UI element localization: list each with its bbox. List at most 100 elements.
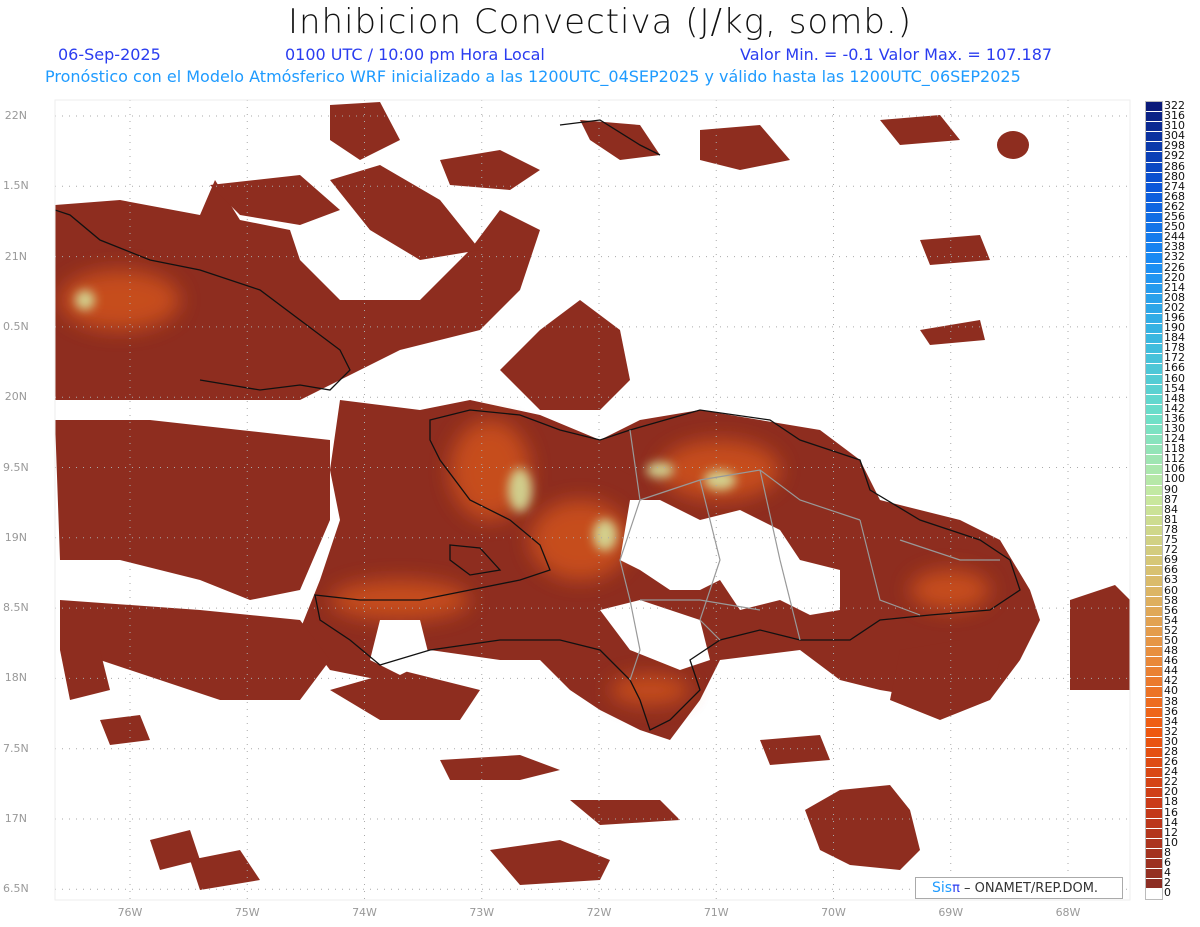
credit-box: Sisπ – ONAMET/REP.DOM. [915, 877, 1123, 899]
colorbar-swatch [1146, 657, 1162, 668]
colorbar-swatch [1146, 152, 1162, 163]
colorbar-swatch [1146, 798, 1162, 809]
colorbar-swatch [1146, 879, 1162, 890]
colorbar-swatch [1146, 354, 1162, 365]
colorbar-swatch [1146, 636, 1162, 648]
lat-label: 20N [4, 390, 27, 404]
lon-label: 75W [234, 906, 260, 919]
lat-label: 17N [4, 812, 27, 825]
colorbar-swatch [1146, 667, 1162, 678]
colorbar-swatch [1146, 566, 1162, 577]
colorbar-swatch [1146, 606, 1162, 617]
colorbar-swatch [1146, 727, 1162, 738]
colorbar-swatch [1146, 455, 1162, 466]
colorbar-swatch [1146, 213, 1162, 224]
colorbar-swatch [1146, 283, 1162, 294]
colorbar-swatch [1146, 182, 1162, 193]
colorbar-swatch [1146, 748, 1162, 759]
colorbar-swatch [1146, 838, 1162, 849]
lon-label: 72W [586, 906, 612, 919]
colorbar-swatch [1146, 324, 1162, 335]
colorbar-swatch [1146, 172, 1162, 183]
lat-label: 9.5N [3, 460, 29, 474]
lat-label: 8.5N [3, 601, 29, 615]
colorbar-swatch [1146, 717, 1162, 728]
colorbar-swatch [1146, 576, 1162, 587]
colorbar-swatch [1146, 425, 1162, 436]
lon-label: 74W [352, 906, 377, 919]
colorbar-swatch [1146, 293, 1162, 304]
colorbar-swatch [1146, 546, 1162, 557]
lat-label: 22N [4, 109, 27, 122]
lon-label: 70W [821, 906, 846, 919]
cin-field [55, 102, 1130, 890]
colorbar-swatch [1146, 263, 1162, 274]
lat-label: 1.5N [3, 179, 29, 193]
colorbar-swatch [1146, 697, 1162, 708]
lat-label: 0.5N [3, 319, 29, 333]
colorbar-swatch [1146, 758, 1162, 769]
colorbar-swatch [1146, 475, 1162, 486]
colorbar-swatch [1146, 778, 1162, 789]
lon-label: 73W [469, 906, 495, 919]
colorbar-swatch [1146, 869, 1162, 880]
colorbar-swatch [1146, 192, 1162, 203]
lon-label: 76W [117, 906, 143, 919]
colorbar-swatch [1146, 435, 1162, 446]
cin-map [54, 99, 1131, 901]
lat-label: 7.5N [3, 741, 29, 755]
colorbar-swatch [1146, 142, 1162, 153]
colorbar-swatch [1146, 233, 1162, 244]
colorbar-swatch [1146, 112, 1162, 123]
colorbar-swatch [1146, 586, 1162, 597]
colorbar-swatch [1146, 404, 1162, 415]
colorbar-swatch [1146, 202, 1162, 214]
colorbar-swatch [1146, 828, 1162, 839]
lon-label: 71W [703, 906, 729, 919]
colorbar-swatch [1146, 737, 1162, 748]
lat-label: 19N [4, 530, 27, 544]
colorbar-swatch [1146, 303, 1162, 314]
colorbar-swatch [1146, 414, 1162, 425]
credit-text: – ONAMET/REP.DOM. [964, 881, 1099, 896]
colorbar-swatch [1146, 313, 1162, 325]
colorbar-swatch [1146, 162, 1162, 173]
colorbar-swatch [1146, 848, 1162, 860]
lat-label: 18N [4, 671, 27, 685]
colorbar-swatch [1146, 445, 1162, 456]
lat-label: 21N [4, 249, 27, 263]
colorbar-swatch [1146, 495, 1162, 506]
colorbar-swatch [1146, 525, 1162, 537]
colorbar-swatch [1146, 253, 1162, 264]
colorbar-swatch [1146, 364, 1162, 375]
colorbar-label: 0 [1164, 886, 1171, 900]
colorbar-swatch [1146, 808, 1162, 819]
colorbar-swatch [1146, 818, 1162, 829]
colorbar-swatch [1146, 223, 1162, 234]
colorbar-swatch [1146, 132, 1162, 143]
colorbar-swatch [1146, 889, 1162, 900]
colorbar-swatch [1146, 859, 1162, 870]
pi-logo-icon: π [952, 881, 960, 896]
colorbar-swatch [1146, 768, 1162, 779]
lon-label: 69W [938, 906, 964, 919]
lon-label: 68W [1055, 906, 1081, 919]
colorbar-swatch [1146, 122, 1162, 133]
colorbar-swatch [1146, 344, 1162, 355]
colorbar-swatch [1146, 596, 1162, 607]
colorbar-swatch [1146, 334, 1162, 345]
colorbar-swatch [1146, 465, 1162, 476]
lat-label: 6.5N [3, 882, 29, 896]
colorbar-swatch [1146, 677, 1162, 688]
colorbar-swatch [1146, 485, 1162, 496]
colorbar-swatch [1146, 515, 1162, 526]
colorbar [1145, 101, 1163, 901]
colorbar-swatch [1146, 687, 1162, 698]
colorbar-swatch [1146, 505, 1162, 516]
colorbar-swatch [1146, 647, 1162, 658]
colorbar-swatch [1146, 384, 1162, 395]
colorbar-swatch [1146, 243, 1162, 254]
colorbar-swatch [1146, 273, 1162, 284]
colorbar-swatch [1146, 556, 1162, 567]
colorbar-swatch [1146, 374, 1162, 385]
